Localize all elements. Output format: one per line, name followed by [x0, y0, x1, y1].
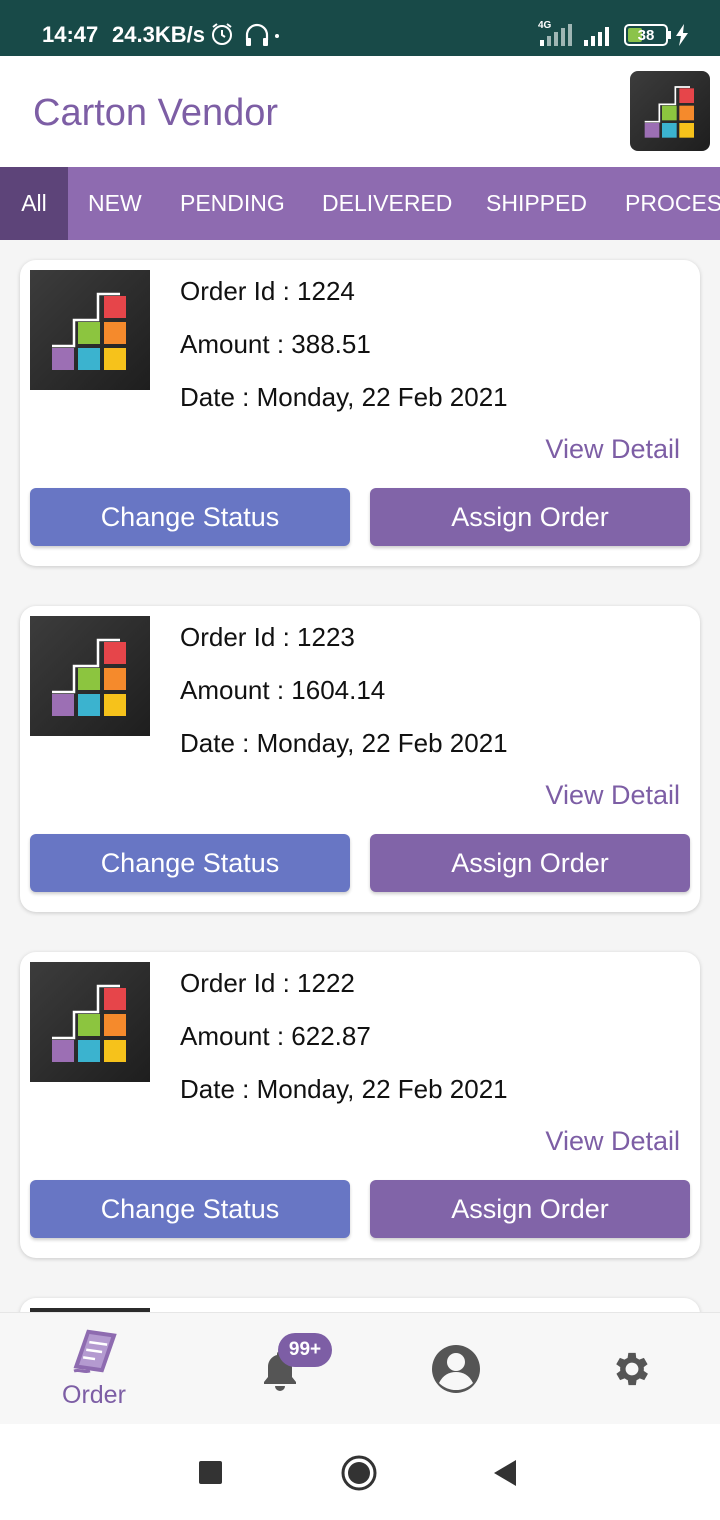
- app-bar: Carton Vendor: [0, 56, 720, 167]
- alarm-icon: [212, 23, 232, 45]
- nav-order-label: Order: [62, 1381, 126, 1409]
- notification-badge: 99+: [278, 1333, 332, 1367]
- order-card: Order Id : 1223 Amount : 1604.14 Date : …: [20, 606, 700, 912]
- battery-level: 38: [637, 27, 655, 44]
- bottom-navigation: Order 99+: [0, 1312, 720, 1424]
- profile-icon: [432, 1345, 480, 1393]
- nav-order[interactable]: Order: [40, 1313, 152, 1425]
- tab-all[interactable]: All: [0, 167, 68, 240]
- order-card: Order Id : 1222 Amount : 622.87 Date : M…: [20, 952, 700, 1258]
- assign-order-button[interactable]: Assign Order: [370, 834, 690, 892]
- battery-tip: [668, 31, 671, 39]
- order-date: Date : Monday, 22 Feb 2021: [180, 728, 508, 758]
- view-detail-link[interactable]: View Detail: [545, 1126, 680, 1157]
- tab-pending[interactable]: PENDING: [180, 167, 285, 240]
- tab-delivered[interactable]: DELIVERED: [322, 167, 452, 240]
- tab-process[interactable]: PROCESS: [625, 167, 720, 240]
- order-card: Order Id : 1224 Amount : 388.51 Date : M…: [20, 260, 700, 566]
- change-status-button[interactable]: Change Status: [30, 834, 350, 892]
- order-amount: Amount : 388.51: [180, 329, 371, 359]
- home-button[interactable]: [340, 1454, 378, 1492]
- change-status-button[interactable]: Change Status: [30, 1180, 350, 1238]
- headset-icon: [245, 23, 269, 46]
- carton-logo-icon: [30, 616, 150, 736]
- status-tabs: All NEW PENDING DELIVERED SHIPPED PROCES…: [0, 167, 720, 240]
- nav-profile[interactable]: [416, 1313, 496, 1425]
- order-id: Order Id : 1223: [180, 622, 355, 652]
- clock: 14:47: [42, 22, 99, 47]
- order-amount: Amount : 1604.14: [180, 675, 386, 705]
- assign-order-button[interactable]: Assign Order: [370, 488, 690, 546]
- back-button[interactable]: [492, 1458, 520, 1488]
- gear-icon: [616, 1352, 648, 1386]
- order-icon: [73, 1329, 117, 1374]
- page-title: Carton Vendor: [33, 92, 279, 134]
- order-id: Order Id : 1222: [180, 968, 355, 998]
- signal-icon: [540, 24, 572, 46]
- nav-notifications[interactable]: [240, 1313, 340, 1425]
- order-date: Date : Monday, 22 Feb 2021: [180, 382, 508, 412]
- tab-new[interactable]: NEW: [88, 167, 142, 240]
- assign-order-button[interactable]: Assign Order: [370, 1180, 690, 1238]
- order-id: Order Id : 1224: [180, 276, 355, 306]
- carton-logo-icon: [30, 270, 150, 390]
- carton-logo-icon[interactable]: [630, 71, 710, 151]
- order-date: Date : Monday, 22 Feb 2021: [180, 1074, 508, 1104]
- view-detail-link[interactable]: View Detail: [545, 780, 680, 811]
- carton-logo-icon: [30, 962, 150, 1082]
- charging-icon: [676, 24, 688, 46]
- tab-shipped[interactable]: SHIPPED: [486, 167, 587, 240]
- signal-icon: [584, 27, 609, 46]
- view-detail-link[interactable]: View Detail: [545, 434, 680, 465]
- order-amount: Amount : 622.87: [180, 1021, 371, 1051]
- change-status-button[interactable]: Change Status: [30, 488, 350, 546]
- recents-button[interactable]: [199, 1461, 222, 1484]
- nav-settings[interactable]: [592, 1313, 672, 1425]
- system-navigation-bar: [0, 1424, 720, 1520]
- status-bar: 14:47 24.3KB/s 4G 38: [0, 0, 720, 56]
- battery-icon: 38: [624, 24, 668, 46]
- network-speed: 24.3KB/s: [112, 22, 205, 47]
- notification-dot: [275, 34, 279, 38]
